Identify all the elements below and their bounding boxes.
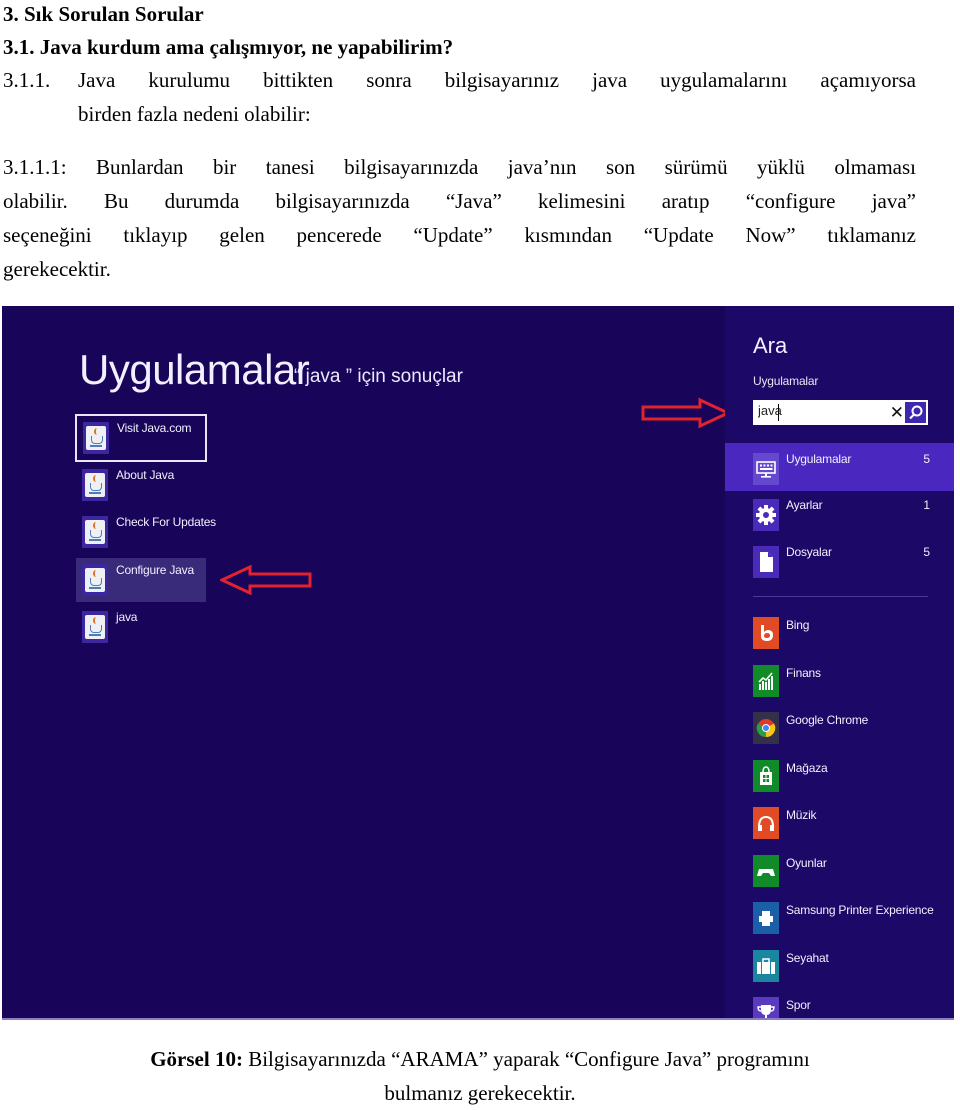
app-result-label: About Java: [116, 468, 175, 482]
app-result-item[interactable]: Visit Java.com: [75, 414, 207, 462]
search-button[interactable]: [905, 402, 926, 423]
caption-text: bulmanız gerekecektir.: [384, 1081, 576, 1105]
search-result-label: Samsung Printer Experience: [786, 903, 934, 917]
right-arrow-annotation-icon: [641, 397, 730, 429]
category-count: 1: [923, 498, 930, 512]
gamepad-icon: [753, 854, 779, 887]
printer-icon: [753, 902, 779, 934]
category-label: Uygulamalar: [786, 452, 852, 466]
file-icon: [753, 546, 779, 578]
subsection-heading: 3.1. Java kurdum ama çalışmıyor, ne yapa…: [3, 35, 454, 59]
search-result-label: Google Chrome: [786, 713, 869, 727]
search-result-label: Spor: [786, 998, 811, 1012]
caption-label: Görsel 10:: [150, 1047, 243, 1071]
search-icon: [909, 405, 923, 420]
java-icon: [82, 469, 108, 501]
trophy-icon: [753, 997, 779, 1020]
search-result-label: Müzik: [786, 808, 817, 822]
category-count: 5: [923, 545, 930, 559]
java-icon: [82, 564, 108, 596]
paragraph-line: olabilir. Bu durumda bilgisayarınızda “J…: [3, 189, 916, 213]
search-result-item[interactable]: Spor: [725, 991, 954, 1020]
search-charm-pane: Ara Uygulamalar ✕ Uygulamalar 5 Ayarlar 1 Do…: [725, 306, 954, 1020]
store-bag-icon: [753, 759, 779, 792]
windows-search-screenshot: Uygulamalar “ java ” için sonuçlar Visit…: [2, 306, 954, 1020]
search-category-dosyalar[interactable]: Dosyalar 5: [725, 536, 954, 584]
paragraph-3-1-1-1: 3.1.1.1: Bunlardan bir tanesi bilgisayar…: [3, 150, 916, 286]
search-scope-label[interactable]: Uygulamalar: [753, 374, 818, 388]
divider: [753, 596, 928, 597]
figure-caption: Görsel 10: Bilgisayarınızda “ARAMA” yapa…: [0, 1042, 960, 1110]
search-result-item[interactable]: Google Chrome: [725, 706, 954, 754]
finance-chart-icon: [753, 664, 779, 697]
app-result-label: Visit Java.com: [117, 421, 192, 435]
gear-icon: [753, 499, 779, 531]
app-result-item[interactable]: Check For Updates: [76, 510, 216, 554]
java-icon: [82, 516, 108, 548]
category-label: Ayarlar: [786, 498, 823, 512]
app-result-item[interactable]: Configure Java: [76, 558, 206, 602]
search-category-ayarlar[interactable]: Ayarlar 1: [725, 489, 954, 537]
search-result-item[interactable]: Mağaza: [725, 754, 954, 802]
app-result-item[interactable]: java: [76, 605, 206, 649]
paragraph-line: birden fazla nedeni olabilir:: [78, 102, 311, 126]
paragraph-line: seçeneğini tıklayıp gelen pencerede “Upd…: [3, 223, 916, 247]
search-result-item[interactable]: Oyunlar: [725, 849, 954, 897]
search-result-label: Seyahat: [786, 950, 829, 965]
search-result-item[interactable]: Seyahat: [725, 944, 954, 992]
search-result-label: Oyunlar: [786, 855, 827, 870]
app-result-label: Check For Updates: [116, 515, 216, 529]
java-icon: [82, 611, 108, 643]
results-subtitle: “ java ” için sonuçlar: [294, 366, 463, 387]
search-result-label: Mağaza: [786, 760, 828, 775]
search-box[interactable]: ✕: [753, 400, 928, 425]
search-input[interactable]: [758, 403, 878, 418]
app-result-label: Configure Java: [116, 563, 194, 577]
search-result-item[interactable]: Finans: [725, 659, 954, 707]
search-result-label: Bing: [786, 618, 810, 632]
caption-text: Bilgisayarınızda “ARAMA” yaparak “Config…: [242, 1047, 810, 1071]
paragraph-line: gerekecektir.: [3, 257, 111, 281]
search-pane-title: Ara: [753, 333, 788, 358]
bing-icon: [753, 617, 779, 649]
search-result-item[interactable]: Samsung Printer Experience: [725, 896, 954, 944]
java-icon: [83, 422, 109, 454]
category-label: Dosyalar: [786, 545, 832, 559]
left-arrow-annotation-icon: [220, 564, 312, 596]
search-category-uygulamalar[interactable]: Uygulamalar 5: [725, 443, 954, 491]
chrome-icon: [753, 712, 779, 744]
paragraph-line: 3.1.1.1: Bunlardan bir tanesi bilgisayar…: [3, 155, 916, 179]
category-count: 5: [923, 452, 930, 466]
screenshot-border: [2, 1018, 954, 1020]
headphones-icon: [753, 807, 779, 839]
search-result-label: Finans: [786, 665, 821, 680]
app-result-item[interactable]: About Java: [76, 463, 206, 507]
keyboard-monitor-icon: [753, 453, 779, 485]
app-result-label: java: [116, 610, 138, 624]
results-title: Uygulamalar: [79, 346, 310, 393]
suitcase-icon: [753, 949, 779, 982]
clear-search-button[interactable]: ✕: [890, 402, 904, 423]
text-caret: [778, 404, 779, 421]
section-heading: 3. Sık Sorulan Sorular: [3, 2, 204, 26]
search-result-item[interactable]: Bing: [725, 611, 954, 659]
search-result-item[interactable]: Müzik: [725, 801, 954, 849]
paragraph-3-1-1: 3.1.1. Java kurulumu bittikten sonra bilg…: [3, 63, 916, 131]
paragraph-number: 3.1.1.: [3, 68, 51, 92]
paragraph-line: 3.1.1. Java kurulumu bittikten sonra bilg…: [3, 63, 916, 97]
